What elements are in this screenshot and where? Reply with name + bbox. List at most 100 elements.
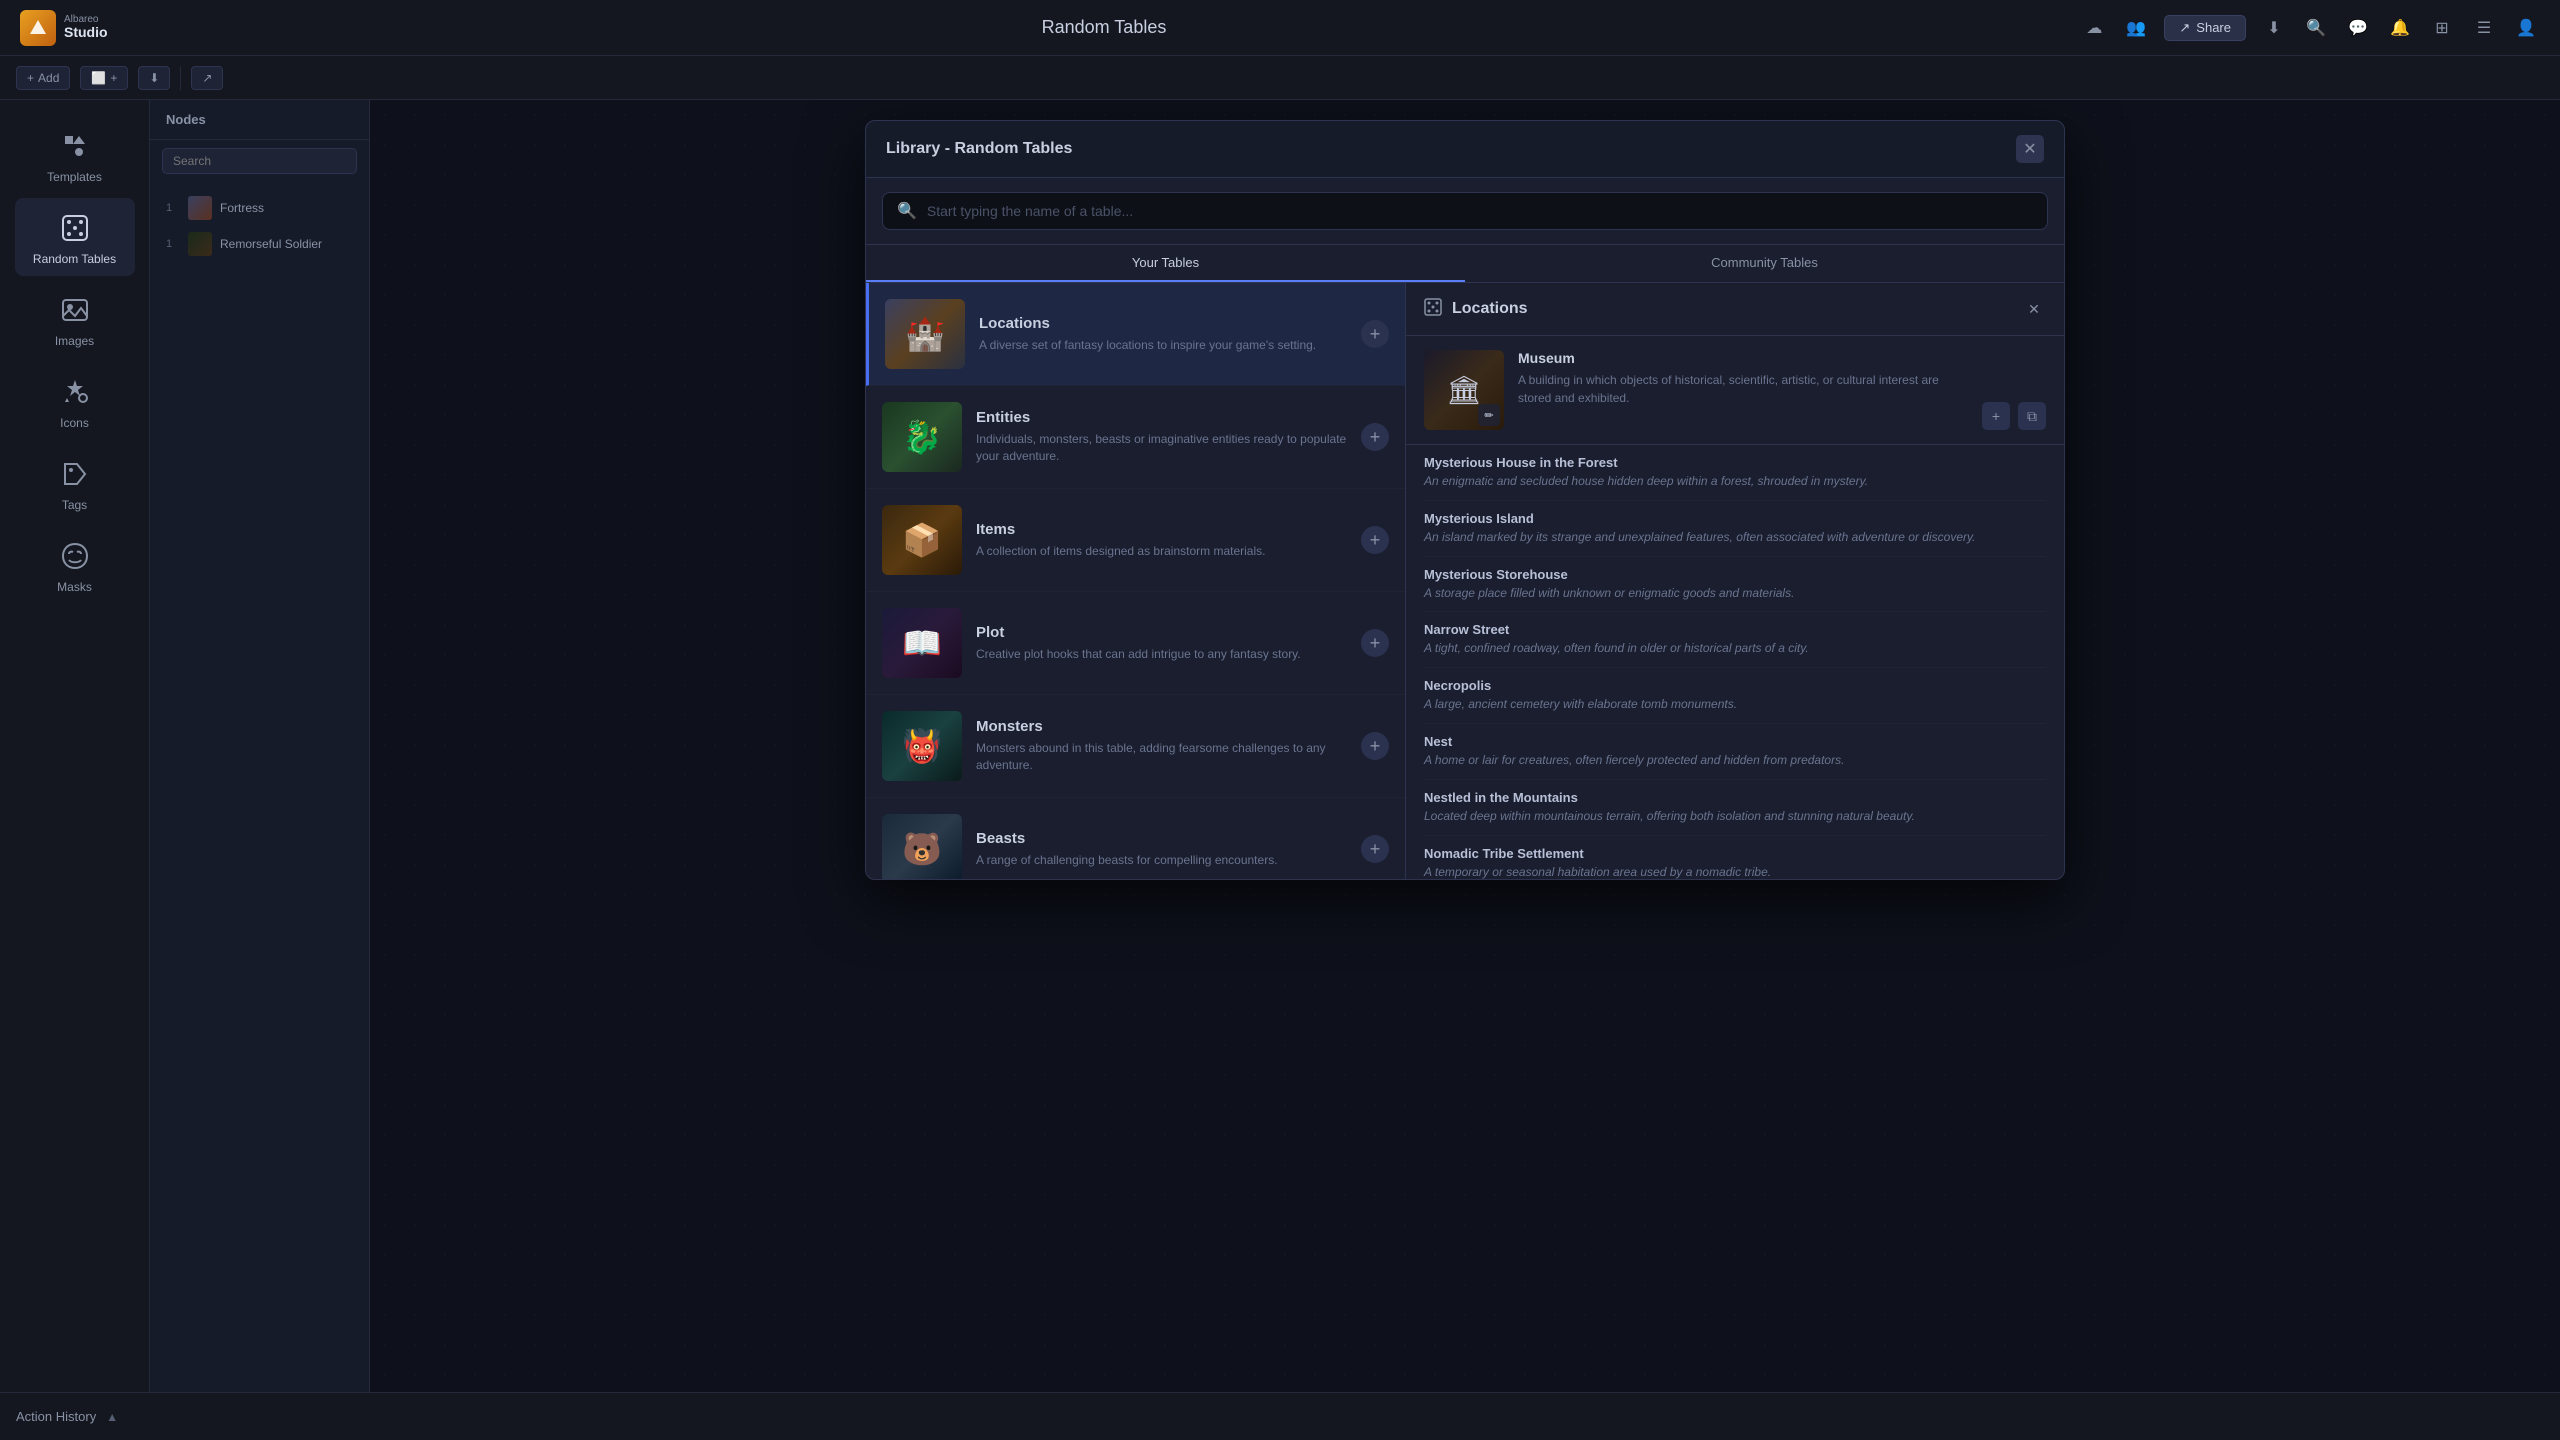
nodes-header: Nodes — [150, 100, 369, 140]
left-panel: Nodes 1 Fortress 1 Remorseful Soldier — [150, 100, 370, 1392]
app-title: Random Tables — [144, 17, 2065, 38]
table-add-button[interactable]: + — [1361, 629, 1389, 657]
tab-community-tables[interactable]: Community Tables — [1465, 245, 2064, 282]
user-icon[interactable]: 👤 — [2512, 14, 2540, 42]
entry-desc: A tight, confined roadway, often found i… — [1424, 640, 2046, 657]
masks-label: Masks — [57, 580, 92, 594]
search-bar: 🔍 — [866, 178, 2064, 245]
toolbar: + Add ⬜ + ⬇ ↗ — [0, 56, 2560, 100]
add-image-button[interactable]: ⬜ + — [80, 66, 128, 90]
entry-desc: A storage place filled with unknown or e… — [1424, 585, 2046, 602]
modal-close-button[interactable]: ✕ — [2016, 135, 2044, 163]
list-item[interactable]: Locations A diverse set of fantasy locat… — [866, 283, 1405, 386]
list-item[interactable]: 1 Remorseful Soldier — [150, 226, 369, 262]
list-item[interactable]: 1 Fortress — [150, 190, 369, 226]
sidebar-item-templates[interactable]: Templates — [15, 116, 135, 194]
bottombar: Action History ▲ — [0, 1392, 2560, 1440]
tags-label: Tags — [62, 498, 87, 512]
detail-header: Locations ✕ — [1406, 283, 2064, 336]
modal-title: Library - Random Tables — [886, 140, 2016, 158]
share-button[interactable]: ↗ Share — [2164, 15, 2246, 41]
list-item[interactable]: Monsters Monsters abound in this table, … — [866, 695, 1405, 798]
featured-actions: + ⧉ — [1982, 402, 2046, 430]
node-num: 1 — [166, 202, 180, 214]
entry-name: Nestled in the Mountains — [1424, 790, 2046, 805]
export-button[interactable]: ⬇ — [138, 66, 170, 90]
sidebar-item-tags[interactable]: Tags — [15, 444, 135, 522]
entry-name: Necropolis — [1424, 678, 2046, 693]
sidebar-item-masks[interactable]: Masks — [15, 526, 135, 604]
featured-add-button[interactable]: + — [1982, 402, 2010, 430]
entry-desc: An enigmatic and secluded house hidden d… — [1424, 473, 2046, 490]
table-add-button[interactable]: + — [1361, 320, 1389, 348]
expand-button[interactable]: ▲ — [106, 1410, 118, 1424]
entry-name: Mysterious House in the Forest — [1424, 455, 2046, 470]
image-icon: ⬜ — [91, 71, 106, 85]
table-add-button[interactable]: + — [1361, 526, 1389, 554]
table-thumbnail — [882, 505, 962, 575]
featured-edit-icon[interactable]: ✏ — [1478, 404, 1500, 426]
share-toolbar-icon: ↗ — [202, 71, 212, 85]
table-list: Locations A diverse set of fantasy locat… — [866, 283, 1406, 879]
search-magnifier-icon: 🔍 — [897, 201, 917, 221]
toolbar-separator — [180, 66, 181, 90]
grid-icon[interactable]: ⊞ — [2428, 14, 2456, 42]
tab-your-tables[interactable]: Your Tables — [866, 245, 1465, 282]
sidebar-item-random-tables[interactable]: Random Tables — [15, 198, 135, 276]
table-desc: Monsters abound in this table, adding fe… — [976, 740, 1347, 774]
node-name: Fortress — [220, 201, 264, 215]
random-tables-label: Random Tables — [33, 252, 116, 266]
logo-line2: Studio — [64, 25, 108, 40]
icons-label: Icons — [60, 416, 89, 430]
entry-name: Nomadic Tribe Settlement — [1424, 846, 2046, 861]
sidebar-item-images[interactable]: Images — [15, 280, 135, 358]
images-icon — [55, 290, 95, 330]
search-input[interactable] — [927, 203, 2033, 219]
table-thumbnail — [882, 608, 962, 678]
icons-icon — [55, 372, 95, 412]
search-icon[interactable]: 🔍 — [2302, 14, 2330, 42]
detail-close-button[interactable]: ✕ — [2022, 297, 2046, 321]
detail-title: Locations — [1452, 300, 2012, 318]
featured-thumbnail: ✏ — [1424, 350, 1504, 430]
download-icon[interactable]: ⬇ — [2260, 14, 2288, 42]
list-item[interactable]: Beasts A range of challenging beasts for… — [866, 798, 1405, 879]
entry-name: Mysterious Island — [1424, 511, 2046, 526]
detail-header-icon — [1424, 298, 1442, 321]
table-info: Items A collection of items designed as … — [976, 521, 1347, 560]
images-label: Images — [55, 334, 94, 348]
list-item: Mysterious Storehouse A storage place fi… — [1424, 557, 2046, 613]
add-scene-button[interactable]: + Add — [16, 66, 70, 90]
node-num: 1 — [166, 238, 180, 250]
list-item: Mysterious Island An island marked by it… — [1424, 501, 2046, 557]
modal-overlay: Library - Random Tables ✕ 🔍 Your Tables — [370, 100, 2560, 1392]
entry-name: Narrow Street — [1424, 622, 2046, 637]
image-add-icon: + — [110, 71, 117, 85]
share-toolbar-button[interactable]: ↗ — [191, 66, 223, 90]
table-name: Entities — [976, 409, 1347, 426]
list-item: Narrow Street A tight, confined roadway,… — [1424, 612, 2046, 668]
users-icon[interactable]: 👥 — [2122, 14, 2150, 42]
table-add-button[interactable]: + — [1361, 732, 1389, 760]
node-search-input[interactable] — [162, 148, 357, 174]
cloud-icon[interactable]: ☁ — [2080, 14, 2108, 42]
bell-icon[interactable]: 🔔 — [2386, 14, 2414, 42]
list-item[interactable]: Entities Individuals, monsters, beasts o… — [866, 386, 1405, 489]
chat-icon[interactable]: 💬 — [2344, 14, 2372, 42]
app-logo: Albareo Studio — [20, 10, 108, 46]
tags-icon — [55, 454, 95, 494]
list-item[interactable]: Items A collection of items designed as … — [866, 489, 1405, 592]
table-desc: Creative plot hooks that can add intrigu… — [976, 646, 1347, 663]
detail-list: Mysterious House in the Forest An enigma… — [1406, 445, 2064, 879]
entry-desc: A temporary or seasonal habitation area … — [1424, 864, 2046, 879]
modal-tabs: Your Tables Community Tables — [866, 245, 2064, 283]
list-item[interactable]: Plot Creative plot hooks that can add in… — [866, 592, 1405, 695]
featured-copy-button[interactable]: ⧉ — [2018, 402, 2046, 430]
table-add-button[interactable]: + — [1361, 835, 1389, 863]
sidebar-item-icons[interactable]: Icons — [15, 362, 135, 440]
table-add-button[interactable]: + — [1361, 423, 1389, 451]
menu-icon[interactable]: ☰ — [2470, 14, 2498, 42]
table-info: Beasts A range of challenging beasts for… — [976, 830, 1347, 869]
logo-icon — [20, 10, 56, 46]
entry-name: Mysterious Storehouse — [1424, 567, 2046, 582]
